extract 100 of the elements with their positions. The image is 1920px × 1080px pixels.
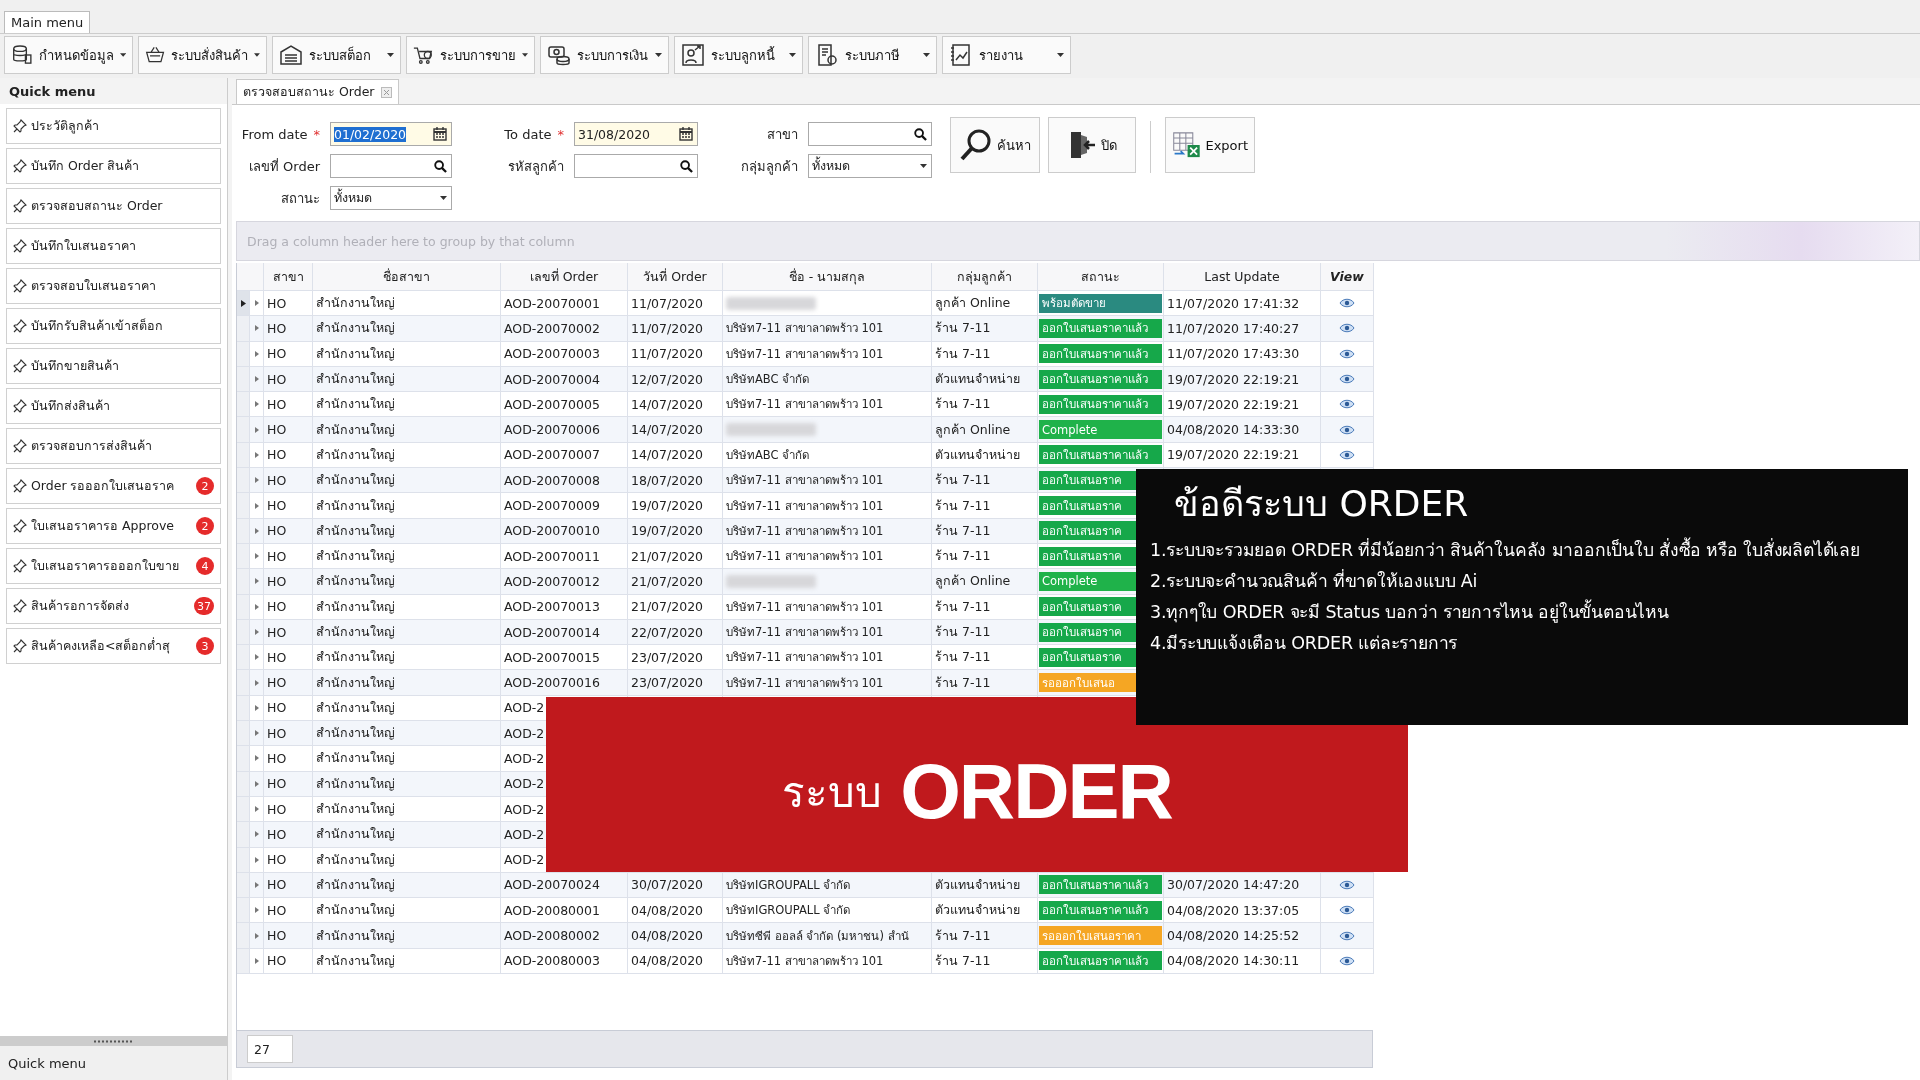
menu-button[interactable]: ระบบการเงิน xyxy=(540,36,669,74)
expand-icon[interactable] xyxy=(254,527,259,534)
panel-title: ข้อดีระบบ ORDER xyxy=(1174,482,1470,526)
expand-icon[interactable] xyxy=(254,603,259,610)
expand-icon[interactable] xyxy=(254,376,259,383)
expand-icon[interactable] xyxy=(254,350,259,357)
quick-menu-item[interactable]: บันทึก Order สินค้า xyxy=(6,148,221,184)
table-cell-text: บริษัท7-11 สาขาลาดพร้าว 101 xyxy=(726,522,884,540)
menu-button[interactable]: รายงาน xyxy=(942,36,1071,74)
quick-menu-item[interactable]: ตรวจสอบสถานะ Order xyxy=(6,188,221,224)
expand-icon[interactable] xyxy=(254,300,259,307)
quick-menu-item[interactable]: สินค้าคงเหลือ<สต็อกต่ำสุ 3 xyxy=(6,628,221,664)
table-cell: 11/07/2020 17:40:27 xyxy=(1167,320,1300,336)
menu-button[interactable]: ระบบการขาย xyxy=(406,36,535,74)
expand-icon[interactable] xyxy=(254,679,259,686)
quick-menu-item[interactable]: ใบเสนอราคารอ Approve 2 xyxy=(6,508,221,544)
view-icon[interactable] xyxy=(1339,955,1355,966)
column-header[interactable]: Last Update xyxy=(1204,269,1280,284)
expand-icon[interactable] xyxy=(254,629,259,635)
dropdown-field[interactable]: ทั้งหมด xyxy=(330,186,452,210)
menu-button[interactable]: ระบบสั่งสินค้า xyxy=(138,36,267,74)
expand-icon[interactable] xyxy=(254,806,259,813)
expand-icon[interactable] xyxy=(254,831,259,838)
expand-icon[interactable] xyxy=(254,881,259,888)
expand-icon[interactable] xyxy=(254,451,259,458)
menu-button[interactable]: ระบบลูกหนี้ xyxy=(674,36,803,74)
close-icon[interactable] xyxy=(380,86,392,98)
view-icon[interactable] xyxy=(1339,323,1355,334)
date-field[interactable]: 31/08/2020 xyxy=(574,122,698,146)
search-field[interactable] xyxy=(330,154,452,178)
quick-menu-item[interactable]: สินค้ารอการจัดส่ง 37 xyxy=(6,588,221,624)
expand-icon[interactable] xyxy=(254,780,259,787)
table-cell: 04/08/2020 xyxy=(631,928,704,944)
quick-menu-item[interactable]: ประวัติลูกค้า xyxy=(6,108,221,144)
view-icon[interactable] xyxy=(1339,905,1355,916)
view-icon[interactable] xyxy=(1339,298,1355,309)
table-cell-text: สำนักงานใหญ่ xyxy=(316,319,395,338)
expand-icon[interactable] xyxy=(254,856,259,863)
expand-icon[interactable] xyxy=(254,477,259,484)
view-icon[interactable] xyxy=(1339,930,1355,941)
menu-button[interactable]: ระบบภาษี xyxy=(808,36,937,74)
splitter-grip-icon[interactable] xyxy=(93,1039,134,1043)
expand-icon[interactable] xyxy=(254,730,259,737)
expand-icon[interactable] xyxy=(254,932,259,939)
view-icon[interactable] xyxy=(1339,449,1355,460)
expand-icon[interactable] xyxy=(254,325,259,332)
view-icon[interactable] xyxy=(1339,348,1355,359)
main-menu-tab[interactable]: Main menu xyxy=(4,11,91,33)
field-label: กลุ่มลูกค้า xyxy=(741,157,798,177)
table-cell: 21/07/2020 xyxy=(631,573,704,589)
quick-menu-item[interactable]: บันทึกส่งสินค้า xyxy=(6,388,221,424)
table-cell-text: สำนักงานใหญ่ xyxy=(316,875,395,894)
column-header[interactable]: View xyxy=(1330,269,1364,284)
view-icon[interactable] xyxy=(1339,424,1355,435)
column-header[interactable]: วันที่ Order xyxy=(643,266,707,287)
menu-button[interactable]: กำหนดข้อมูล xyxy=(4,36,133,74)
column-header[interactable]: ชื่อ - นามสกุล xyxy=(788,266,866,287)
view-icon[interactable] xyxy=(1339,374,1355,385)
view-icon[interactable] xyxy=(1339,879,1355,890)
column-header[interactable]: ชื่อสาขา xyxy=(383,266,430,287)
export-button[interactable]: Export xyxy=(1165,117,1255,173)
expand-icon[interactable] xyxy=(254,578,259,585)
expand-icon[interactable] xyxy=(254,401,259,408)
table-cell: AOD-20070024 xyxy=(504,877,600,893)
search-field[interactable] xyxy=(574,154,698,178)
column-header[interactable]: เลขที่ Order xyxy=(529,266,599,287)
action-button[interactable]: ปิด xyxy=(1048,117,1136,173)
column-header[interactable]: สถานะ xyxy=(1081,266,1120,287)
table-cell: HO xyxy=(267,371,287,387)
field-label: สาขา xyxy=(767,125,798,144)
quick-menu-item[interactable]: บันทึกขายสินค้า xyxy=(6,348,221,384)
expand-icon[interactable] xyxy=(254,654,259,661)
table-cell: HO xyxy=(267,877,287,893)
table-cell: AOD-20070008 xyxy=(504,472,600,488)
expand-icon[interactable] xyxy=(254,426,259,433)
search-field[interactable] xyxy=(808,122,932,146)
row-selector[interactable] xyxy=(237,291,250,317)
expand-icon[interactable] xyxy=(254,755,259,762)
action-button[interactable]: ค้นหา xyxy=(950,117,1040,173)
quick-menu-item[interactable]: ตรวจสอบใบเสนอราคา xyxy=(6,268,221,304)
quick-menu-item[interactable]: ใบเสนอราคารอออกใบขาย 4 xyxy=(6,548,221,584)
expand-icon[interactable] xyxy=(254,957,259,964)
quick-menu-item[interactable]: ตรวจสอบการส่งสินค้า xyxy=(6,428,221,464)
expand-icon[interactable] xyxy=(254,907,259,914)
expand-icon[interactable] xyxy=(254,704,259,711)
menu-button[interactable]: ระบบสต็อก xyxy=(272,36,401,74)
table-cell: 14/07/2020 xyxy=(631,422,704,438)
column-header[interactable]: สาขา xyxy=(272,266,304,287)
quick-menu-item[interactable]: บันทึกรับสินค้าเข้าสต็อก xyxy=(6,308,221,344)
expand-icon[interactable] xyxy=(254,502,259,509)
quick-menu-item[interactable]: บันทึกใบเสนอราคา xyxy=(6,228,221,264)
document-tab[interactable]: ตรวจสอบสถานะ Order xyxy=(236,79,399,104)
panel-footer-label[interactable]: Quick menu xyxy=(8,1055,87,1071)
column-header[interactable]: กลุ่มลูกค้า xyxy=(957,266,1012,287)
quick-menu-item[interactable]: Order รอออกใบเสนอราค 2 xyxy=(6,468,221,504)
table-cell: 19/07/2020 22:19:21 xyxy=(1167,396,1300,412)
dropdown-field[interactable]: ทั้งหมด xyxy=(808,154,932,178)
view-icon[interactable] xyxy=(1339,399,1355,410)
date-field[interactable]: 01/02/2020 xyxy=(330,122,452,146)
expand-icon[interactable] xyxy=(254,553,259,560)
